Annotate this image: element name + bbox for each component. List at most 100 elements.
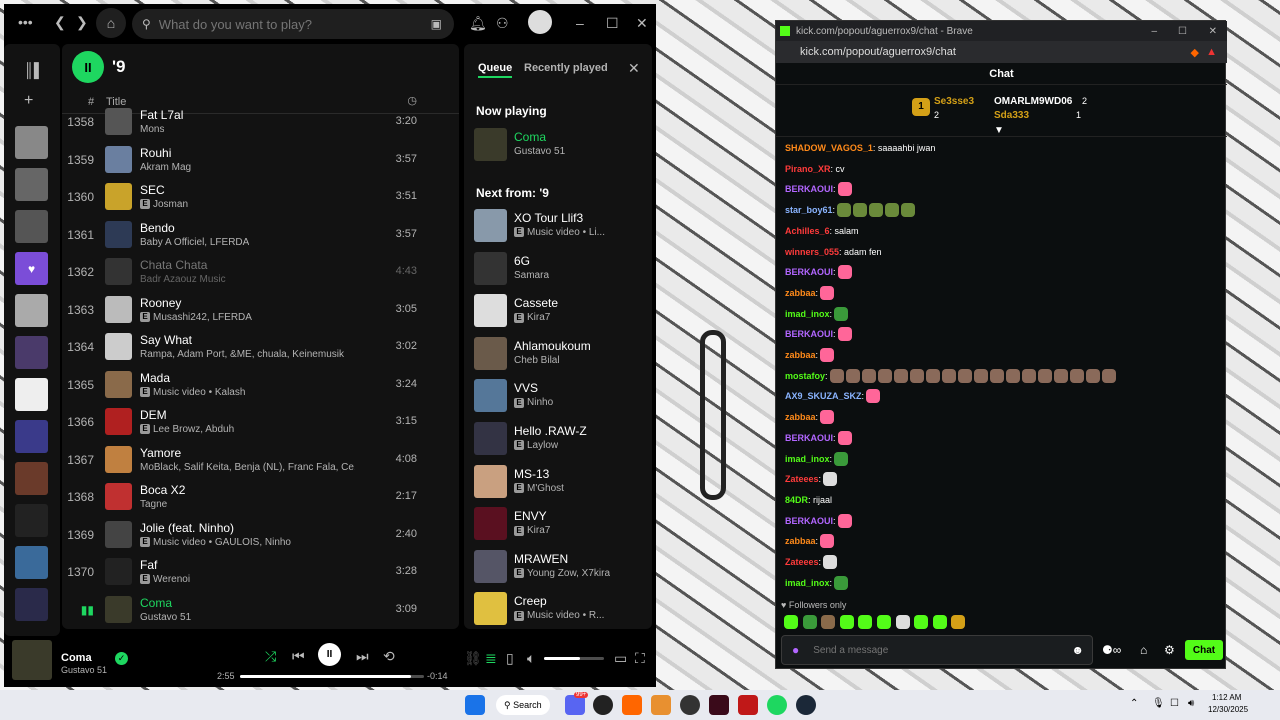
chat-username[interactable]: BERKAOUI <box>785 433 833 443</box>
chat-username[interactable]: mostafoy <box>785 371 825 381</box>
quick-emote-icon[interactable] <box>802 615 817 629</box>
app-icon[interactable] <box>651 695 671 715</box>
chat-username[interactable]: imad_inox <box>785 454 830 464</box>
library-item[interactable] <box>15 588 48 621</box>
bell-icon[interactable]: 🔔︎ <box>469 15 487 32</box>
link-icon[interactable]: ⛓ <box>464 650 482 667</box>
chat-username[interactable]: zabbaa <box>785 350 816 360</box>
message-input[interactable] <box>813 644 1054 656</box>
queue-item[interactable]: VVS E Ninho <box>474 377 652 417</box>
track-title[interactable]: Faf <box>140 558 157 572</box>
track-title[interactable]: Mada <box>140 371 170 385</box>
close-queue-icon[interactable]: ✕ <box>628 60 640 77</box>
quick-emote-icon[interactable] <box>932 615 947 629</box>
track-row[interactable]: 1361 Bendo Baby A Officiel, LFERDA 3:57 <box>62 217 459 254</box>
track-title[interactable]: Say What <box>140 333 192 347</box>
track-title[interactable]: Rouhi <box>140 146 171 160</box>
brave-shield-icon[interactable]: ◆ <box>1191 46 1199 59</box>
create-icon[interactable]: + <box>24 92 33 110</box>
library-item[interactable] <box>15 126 48 159</box>
chat-username[interactable]: Achilles_6 <box>785 226 830 236</box>
quick-emote-icon[interactable] <box>821 615 836 629</box>
track-artist[interactable]: E Werenoi <box>140 574 190 585</box>
quick-emote-icon[interactable] <box>895 615 910 629</box>
expand-icon[interactable]: ▼ <box>994 125 1004 136</box>
app-icon[interactable] <box>709 695 729 715</box>
current-track-artist[interactable]: Gustavo 51 <box>61 665 107 675</box>
track-artist[interactable]: Mons <box>140 124 164 135</box>
chat-username[interactable]: zabbaa <box>785 288 816 298</box>
connect-device-icon[interactable]: ▯ <box>506 650 514 667</box>
repeat-icon[interactable]: ⟲ <box>383 648 395 665</box>
track-artist[interactable]: Gustavo 51 <box>140 612 191 623</box>
pause-button[interactable]: II <box>72 51 104 83</box>
track-title[interactable]: Coma <box>140 596 172 610</box>
queue-icon[interactable]: ≣ <box>485 650 497 667</box>
chat-username[interactable]: winners_055 <box>785 247 839 257</box>
play-pause-button[interactable]: II <box>318 643 341 666</box>
quick-emote-icon[interactable] <box>839 615 854 629</box>
maximize-icon[interactable]: ☐ <box>606 15 619 32</box>
queue-item[interactable]: Ahlamoukoum Cheb Bilal <box>474 335 652 375</box>
friends-icon[interactable]: ⚇ <box>496 15 509 32</box>
search-bar[interactable]: ⚲ ▣ <box>132 9 454 39</box>
progress-track[interactable] <box>240 675 424 678</box>
track-artist[interactable]: Badr Azaouz Music <box>140 274 226 285</box>
leader-name[interactable]: Se3sse3 <box>934 96 974 107</box>
miniplayer-icon[interactable]: ▭ <box>614 650 627 667</box>
queue-item[interactable]: MS-13 E M'Ghost <box>474 463 652 503</box>
volume-track[interactable] <box>544 657 604 660</box>
home-icon[interactable]: ⌂ <box>96 8 126 38</box>
library-item[interactable] <box>15 210 48 243</box>
previous-icon[interactable]: ⏮ <box>292 648 305 665</box>
clock-time[interactable]: 1:12 AM <box>1212 693 1241 702</box>
chat-username[interactable]: BERKAOUI <box>785 329 833 339</box>
current-track-title[interactable]: Coma <box>61 652 92 664</box>
chat-username[interactable]: Zateees <box>785 474 819 484</box>
taskbar-search[interactable]: ⚲ Search <box>496 695 550 715</box>
track-artist[interactable]: E Josman <box>140 199 188 210</box>
library-item[interactable] <box>15 294 48 327</box>
volume-tray-icon[interactable]: 🔊︎ <box>1188 698 1194 709</box>
quick-emote-icon[interactable] <box>858 615 873 629</box>
store-icon[interactable]: ⌂ <box>1140 643 1147 657</box>
track-row[interactable]: 1367 Yamore MoBlack, Salif Keita, Benja (N… <box>62 442 459 479</box>
chat-username[interactable]: zabbaa <box>785 412 816 422</box>
library-item[interactable] <box>15 504 48 537</box>
obs-icon[interactable] <box>680 695 700 715</box>
chat-username[interactable]: imad_inox <box>785 578 830 588</box>
discord-icon[interactable] <box>565 695 585 715</box>
library-item[interactable] <box>15 546 48 579</box>
track-row[interactable]: 1359 Rouhi Akram Mag 3:57 <box>62 142 459 179</box>
track-artist[interactable]: Baby A Officiel, LFERDA <box>140 237 249 248</box>
app-icon[interactable] <box>738 695 758 715</box>
library-item[interactable] <box>15 168 48 201</box>
chat-username[interactable]: star_boy61 <box>785 205 833 215</box>
track-row[interactable]: 1363 Rooney E Musashi242, LFERDA 3:05 <box>62 292 459 329</box>
queue-item[interactable]: Cassete E Kira7 <box>474 292 652 332</box>
quick-emote-icon[interactable] <box>784 615 798 629</box>
track-title[interactable]: SEC <box>140 183 165 197</box>
track-row[interactable]: 1364 Say What Rampa, Adam Port, &ME, chual… <box>62 329 459 366</box>
more-icon[interactable]: ••• <box>18 14 33 30</box>
chat-username[interactable]: zabbaa <box>785 536 816 546</box>
queue-item[interactable]: MRAWEN E Young Zow, X7kira <box>474 548 652 588</box>
chat-username[interactable]: BERKAOUI <box>785 267 833 277</box>
library-item[interactable] <box>15 462 48 495</box>
close-icon[interactable]: ✕ <box>1209 26 1217 37</box>
quick-emote-icon[interactable] <box>877 615 891 629</box>
chat-input-box[interactable]: ● ☻ <box>781 635 1093 665</box>
track-artist[interactable]: E Music video • Kalash <box>140 387 245 398</box>
brave-rewards-icon[interactable]: ▲ <box>1206 46 1217 58</box>
chat-username[interactable]: Zateees <box>785 557 819 567</box>
brave-icon[interactable] <box>622 695 642 715</box>
send-chat-button[interactable]: Chat <box>1185 640 1223 660</box>
minimize-icon[interactable]: – <box>576 15 584 31</box>
track-row[interactable]: 1369 Jolie (feat. Ninho) E Music video • GA… <box>62 517 459 554</box>
network-icon[interactable]: ☐ <box>1170 698 1179 709</box>
library-item[interactable] <box>15 420 48 453</box>
shuffle-icon[interactable]: ⤮ <box>265 648 276 665</box>
quick-emote-icon[interactable] <box>914 615 929 629</box>
spotify-icon[interactable] <box>767 695 787 715</box>
browse-icon[interactable]: ▣ <box>431 17 442 31</box>
